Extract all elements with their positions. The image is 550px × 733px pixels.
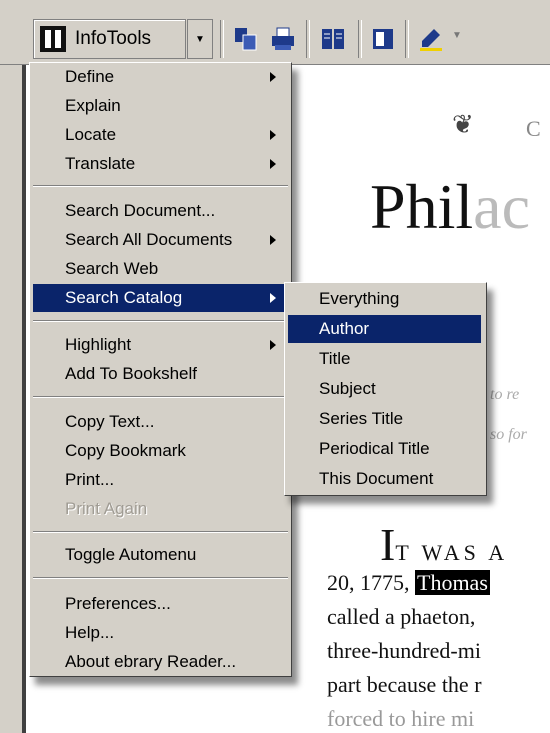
menu-item-print-again: Print Again <box>33 495 288 523</box>
menu-item-copy-bookmark[interactable]: Copy Bookmark <box>33 437 288 465</box>
submenu-item-series-title[interactable]: Series Title <box>288 405 481 433</box>
submenu-item-label: Everything <box>319 289 400 308</box>
submenu-item-author[interactable]: Author <box>288 315 481 343</box>
menu-item-label: Search Catalog <box>65 288 183 307</box>
menu-item-label: Search Web <box>65 259 159 278</box>
menu-separator <box>33 320 288 322</box>
menu-item-label: Help... <box>65 623 115 642</box>
body-text-line: part because the r <box>327 672 482 697</box>
menu-item-label: Add To Bookshelf <box>65 364 197 383</box>
menu-item-label: Preferences... <box>65 594 171 613</box>
submenu-item-label: This Document <box>319 469 434 488</box>
toolbar-separator <box>306 20 310 58</box>
menu-item-label: Explain <box>65 96 121 115</box>
chapter-opening-line: IT WAS A <box>380 518 508 571</box>
search-catalog-submenu: Everything Author Title Subject Series T… <box>284 282 487 496</box>
menu-separator <box>33 531 288 533</box>
submenu-item-subject[interactable]: Subject <box>288 375 481 403</box>
menu-item-toggle-automenu[interactable]: Toggle Automenu <box>33 541 288 569</box>
menu-item-preferences[interactable]: Preferences... <box>33 590 288 618</box>
submenu-item-label: Series Title <box>319 409 404 428</box>
menu-item-copy-text[interactable]: Copy Text... <box>33 408 288 436</box>
menu-item-label: Search All Documents <box>65 230 233 249</box>
chevron-down-icon[interactable]: ▼ <box>452 30 462 41</box>
menu-item-search-all-documents[interactable]: Search All Documents <box>33 226 288 254</box>
menu-item-help[interactable]: Help... <box>33 619 288 647</box>
highlighted-text[interactable]: Thomas <box>415 570 490 595</box>
submenu-item-label: Subject <box>319 379 376 398</box>
title-prefix-text: C <box>526 116 543 141</box>
infotools-dropdown-button[interactable]: ▼ <box>187 19 213 59</box>
menu-item-label: Copy Text... <box>65 412 155 431</box>
menu-item-define[interactable]: Define <box>33 63 288 91</box>
submenu-item-title[interactable]: Title <box>288 345 481 373</box>
menu-item-label: Highlight <box>65 335 132 354</box>
menu-item-search-catalog[interactable]: Search Catalog <box>33 284 288 312</box>
body-text-line: three-hundred-mi <box>327 638 481 663</box>
italic-text-line: to re <box>490 386 520 403</box>
menu-item-highlight[interactable]: Highlight <box>33 331 288 359</box>
two-page-view-icon[interactable] <box>320 26 346 52</box>
submenu-arrow-icon <box>270 293 276 303</box>
print-icon[interactable] <box>270 26 296 52</box>
small-caps-text: T WAS A <box>395 540 509 565</box>
body-text-line: 20, 1775, Thomas <box>327 570 490 596</box>
copy-pages-icon[interactable] <box>233 26 259 52</box>
menu-item-locate[interactable]: Locate <box>33 121 288 149</box>
body-text-line: called a phaeton, <box>327 604 476 629</box>
submenu-item-label: Author <box>319 319 370 338</box>
menu-separator <box>33 396 288 398</box>
italic-text-line: so for <box>490 426 527 443</box>
toolbar: InfoTools ▼ ▼ <box>0 0 550 65</box>
menu-item-label: Print... <box>65 470 115 489</box>
page-title: Philac <box>370 170 530 244</box>
menu-item-label: Locate <box>65 125 117 144</box>
infotools-button[interactable]: InfoTools <box>33 19 186 59</box>
submenu-item-label: Periodical Title <box>319 439 430 458</box>
submenu-arrow-icon <box>270 159 276 169</box>
infotools-icon <box>40 26 66 52</box>
submenu-arrow-icon <box>270 340 276 350</box>
menu-item-label: Search Document... <box>65 201 216 220</box>
menu-separator <box>33 185 288 187</box>
menu-item-search-web[interactable]: Search Web <box>33 255 288 283</box>
menu-item-label: Print Again <box>65 499 148 518</box>
toolbar-separator <box>405 20 409 58</box>
menu-item-label: Translate <box>65 154 136 173</box>
menu-item-print[interactable]: Print... <box>33 466 288 494</box>
submenu-item-label: Title <box>319 349 351 368</box>
menu-item-about-ebrary-reader[interactable]: About ebrary Reader... <box>33 648 288 676</box>
infotools-label: InfoTools <box>75 28 152 49</box>
submenu-arrow-icon <box>270 235 276 245</box>
page-title-faded: ac <box>473 171 530 242</box>
menu-item-label: Copy Bookmark <box>65 441 186 460</box>
submenu-arrow-icon <box>270 72 276 82</box>
body-text-line: forced to hire mi <box>327 706 475 731</box>
submenu-item-everything[interactable]: Everything <box>288 285 481 313</box>
menu-item-explain[interactable]: Explain <box>33 92 288 120</box>
toolbar-separator <box>358 20 362 58</box>
submenu-item-this-document[interactable]: This Document <box>288 465 481 493</box>
highlighter-icon[interactable] <box>418 26 444 52</box>
menu-item-label: Toggle Automenu <box>65 545 197 564</box>
infotools-menu: Define Explain Locate Translate Search D… <box>29 62 292 677</box>
drop-cap: I <box>380 519 396 570</box>
fleuron-ornament: ❦ <box>452 110 474 140</box>
menu-item-label: Define <box>65 67 115 86</box>
menu-item-add-to-bookshelf[interactable]: Add To Bookshelf <box>33 360 288 388</box>
single-page-view-icon[interactable] <box>370 26 396 52</box>
chevron-down-icon: ▼ <box>195 33 205 45</box>
menu-item-translate[interactable]: Translate <box>33 150 288 178</box>
menu-item-search-document[interactable]: Search Document... <box>33 197 288 225</box>
menu-item-label: About ebrary Reader... <box>65 652 237 671</box>
toolbar-separator <box>220 20 224 58</box>
menu-separator <box>33 577 288 579</box>
submenu-item-periodical-title[interactable]: Periodical Title <box>288 435 481 463</box>
submenu-arrow-icon <box>270 130 276 140</box>
body-text: 20, 1775, <box>327 570 415 595</box>
page-title-visible: Phil <box>370 171 474 242</box>
